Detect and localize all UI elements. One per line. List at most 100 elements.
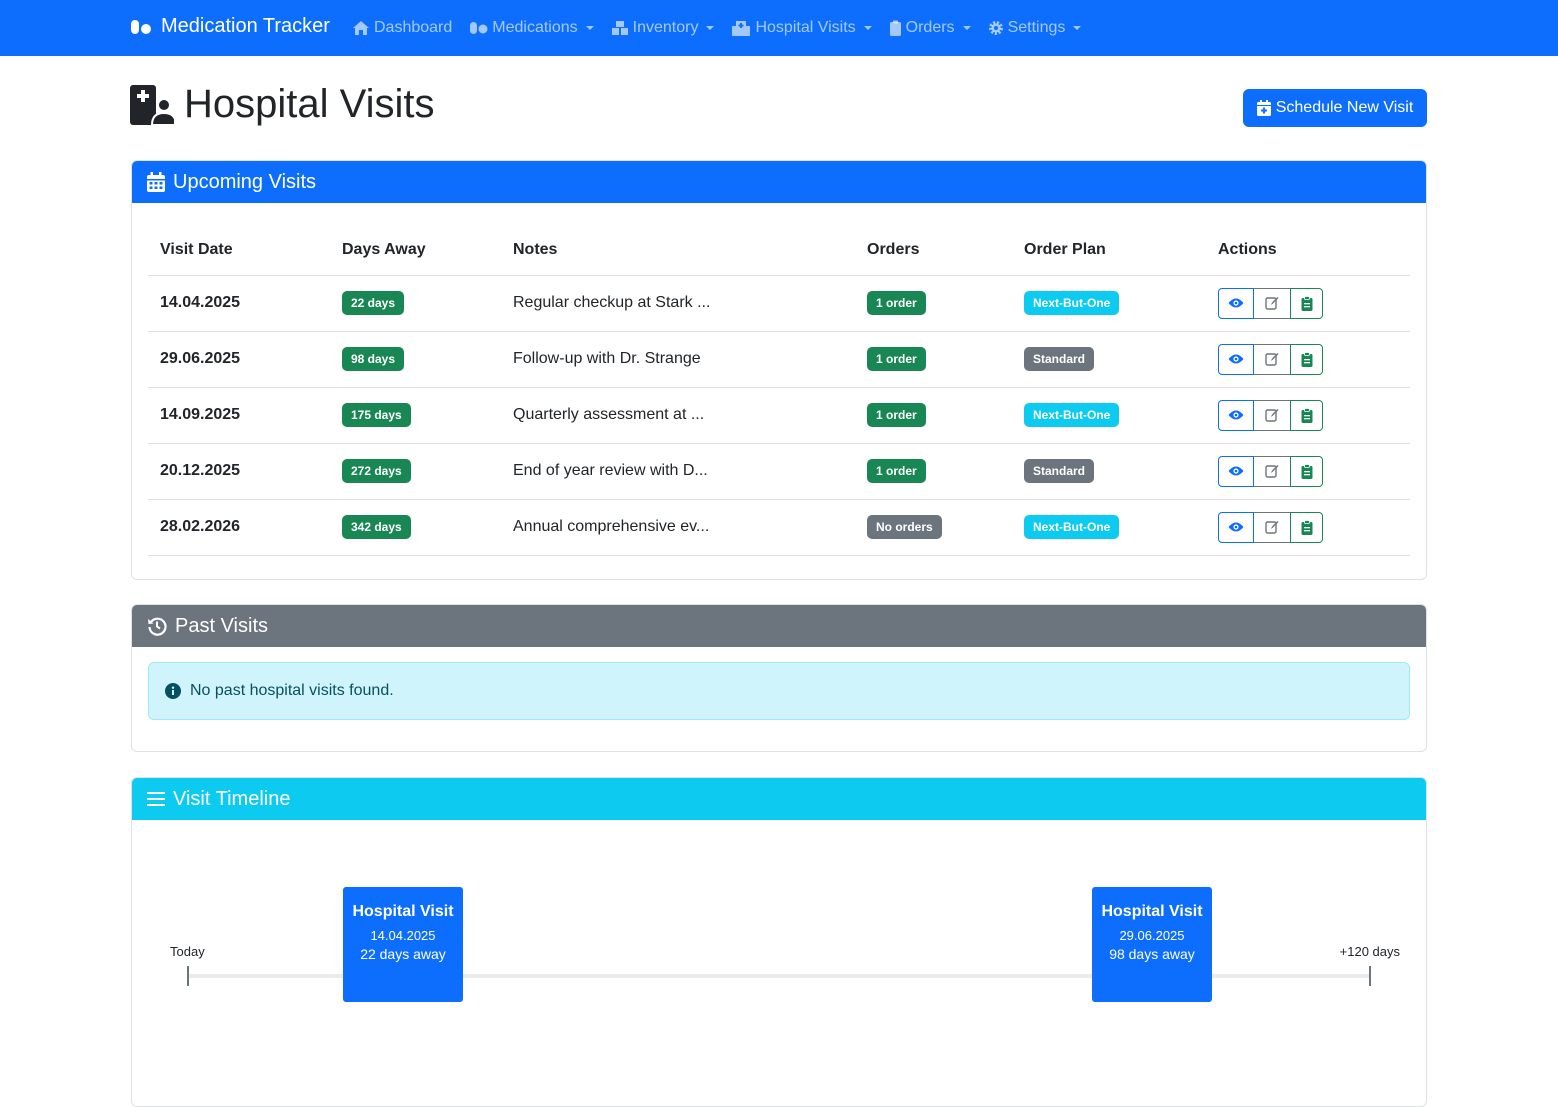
home-icon xyxy=(353,21,369,35)
timeline-end-label: +120 days xyxy=(1339,944,1400,959)
actions-cell xyxy=(1206,275,1410,332)
order-plan-cell: Standard xyxy=(1012,331,1206,388)
orders-cell: No orders xyxy=(855,499,1012,556)
nav-medications-label: Medications xyxy=(492,19,578,36)
order-plan-badge: Next-But-One xyxy=(1024,403,1120,427)
view-visit-button[interactable] xyxy=(1218,399,1254,431)
view-visit-button[interactable] xyxy=(1218,511,1254,543)
nav-inventory[interactable]: Inventory xyxy=(611,19,715,37)
view-orders-button[interactable] xyxy=(1290,455,1323,487)
info-circle-icon xyxy=(165,683,181,699)
visit-notes: Follow-up with Dr. Strange xyxy=(501,331,855,388)
table-row: 29.06.2025 98 days Follow-up with Dr. Stra… xyxy=(148,331,1410,388)
orders-badge: 1 order xyxy=(867,291,926,315)
nav-orders-label: Orders xyxy=(905,19,955,36)
visit-date: 28.02.2026 xyxy=(148,499,330,556)
chevron-down-icon xyxy=(863,26,872,30)
days-away-cell: 98 days xyxy=(330,331,501,388)
upcoming-visits-card: Upcoming Visits Visit Date Days Away Not… xyxy=(131,160,1427,580)
edit-visit-button[interactable] xyxy=(1254,343,1290,375)
clipboard-icon xyxy=(1301,463,1312,479)
chevron-down-icon xyxy=(962,26,971,30)
edit-visit-button[interactable] xyxy=(1254,399,1290,431)
timeline-start-label: Today xyxy=(170,944,205,959)
view-orders-button[interactable] xyxy=(1290,343,1323,375)
timeline-event-title: Hospital Visit xyxy=(352,903,454,920)
edit-visit-button[interactable] xyxy=(1254,511,1290,543)
actions-cell xyxy=(1206,387,1410,444)
view-visit-button[interactable] xyxy=(1218,455,1254,487)
eye-icon xyxy=(1228,354,1244,364)
days-away-cell: 175 days xyxy=(330,387,501,444)
boxes-icon xyxy=(611,21,628,35)
view-orders-button[interactable] xyxy=(1290,287,1323,319)
hospital-icon xyxy=(732,21,751,36)
navbar-brand[interactable]: Medication Tracker xyxy=(130,15,330,38)
clipboard-icon xyxy=(1301,407,1312,423)
pills-icon xyxy=(131,19,151,34)
clipboard-icon xyxy=(889,20,901,36)
upcoming-visits-title: Upcoming Visits xyxy=(173,170,317,193)
actions-cell xyxy=(1206,331,1410,388)
visit-notes: Quarterly assessment at ... xyxy=(501,387,855,444)
schedule-new-visit-button[interactable]: Schedule New Visit xyxy=(1243,89,1427,127)
orders-cell: 1 order xyxy=(855,387,1012,444)
edit-icon xyxy=(1265,465,1279,478)
upcoming-visits-header: Upcoming Visits xyxy=(132,161,1426,203)
visit-notes: Regular checkup at Stark ... xyxy=(501,275,855,332)
clipboard-icon xyxy=(1301,351,1312,367)
view-visit-button[interactable] xyxy=(1218,343,1254,375)
table-row: 14.04.2025 22 days Regular checkup at Star… xyxy=(148,275,1410,332)
timeline-event-away: 22 days away xyxy=(360,946,446,962)
chevron-down-icon xyxy=(706,26,715,30)
eye-icon xyxy=(1228,298,1244,308)
navbar: Medication Tracker Dashboard Medications… xyxy=(0,0,1558,56)
nav-hospital-visits[interactable]: Hospital Visits xyxy=(731,19,872,37)
orders-cell: 1 order xyxy=(855,443,1012,500)
calendar-icon xyxy=(147,172,165,192)
eye-icon xyxy=(1228,522,1244,532)
view-visit-button[interactable] xyxy=(1218,287,1254,319)
nav-orders[interactable]: Orders xyxy=(889,19,971,37)
days-away-cell: 342 days xyxy=(330,499,501,556)
orders-badge: 1 order xyxy=(867,403,926,427)
table-row: 20.12.2025 272 days End of year review wit… xyxy=(148,443,1410,500)
timeline-event-title: Hospital Visit xyxy=(1101,903,1203,920)
no-past-visits-alert: No past hospital visits found. xyxy=(148,662,1410,720)
gear-icon xyxy=(988,21,1003,35)
nav-dashboard[interactable]: Dashboard xyxy=(352,19,452,37)
eye-icon xyxy=(1228,410,1244,420)
orders-badge: No orders xyxy=(867,515,942,539)
column-header: Orders xyxy=(855,225,1012,276)
nav-hospital-visits-label: Hospital Visits xyxy=(755,19,856,36)
table-row: 14.09.2025 175 days Quarterly assessment a… xyxy=(148,387,1410,444)
edit-visit-button[interactable] xyxy=(1254,455,1290,487)
past-visits-card: Past Visits No past hospital visits foun… xyxy=(131,604,1427,752)
past-visits-title: Past Visits xyxy=(175,614,268,637)
column-header: Visit Date xyxy=(148,225,330,276)
visit-timeline-header: Visit Timeline xyxy=(132,778,1426,820)
nav-settings[interactable]: Settings xyxy=(988,19,1082,37)
nav-settings-label: Settings xyxy=(1007,19,1066,36)
timeline-end-tick xyxy=(1369,966,1371,986)
past-visits-header: Past Visits xyxy=(132,605,1426,647)
upcoming-visits-table: Visit Date Days Away Notes Orders Order … xyxy=(148,225,1410,556)
order-plan-badge: Standard xyxy=(1024,347,1095,371)
view-orders-button[interactable] xyxy=(1290,399,1323,431)
timeline-event[interactable]: Hospital Visit 14.04.2025 22 days away xyxy=(343,887,463,1002)
actions-cell xyxy=(1206,499,1410,556)
page-title: Hospital Visits xyxy=(130,82,434,127)
table-row: 28.02.2026 342 days Annual comprehensive e… xyxy=(148,499,1410,556)
edit-visit-button[interactable] xyxy=(1254,287,1290,319)
chevron-down-icon xyxy=(1073,26,1082,30)
visit-notes: End of year review with D... xyxy=(501,443,855,500)
timeline-event-date: 29.06.2025 xyxy=(1119,928,1185,943)
actions-cell xyxy=(1206,443,1410,500)
action-buttons xyxy=(1218,511,1323,543)
visit-date: 20.12.2025 xyxy=(148,443,330,500)
view-orders-button[interactable] xyxy=(1290,511,1323,543)
timeline-event[interactable]: Hospital Visit 29.06.2025 98 days away xyxy=(1092,887,1212,1002)
action-buttons xyxy=(1218,287,1323,319)
edit-icon xyxy=(1265,297,1279,310)
nav-medications[interactable]: Medications xyxy=(469,19,594,37)
